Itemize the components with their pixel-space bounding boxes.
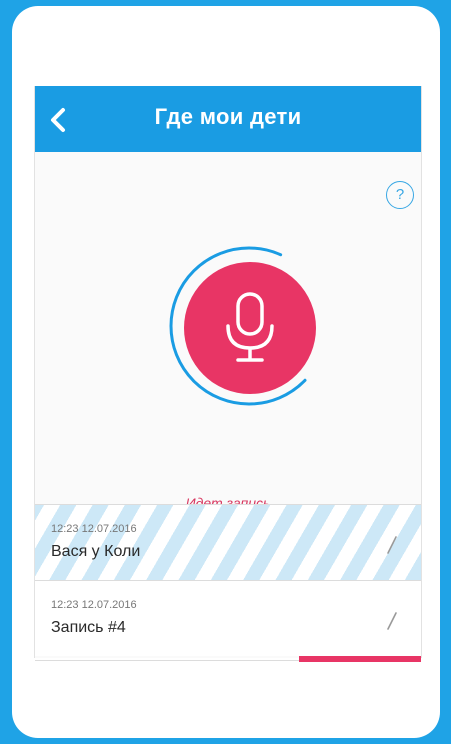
chevron-left-icon xyxy=(51,108,65,132)
record-area: Идет запись xyxy=(35,152,421,511)
recording-item[interactable]: 12:23 12.07.2016 Запись #4 xyxy=(35,580,421,656)
accent-bar xyxy=(299,656,421,662)
app-header: Где мои дети xyxy=(35,86,421,152)
page-title: Где мои дети xyxy=(154,104,302,129)
pencil-icon[interactable] xyxy=(385,611,399,631)
recording-name: Вася у Коли xyxy=(51,543,141,560)
app-screen: Где мои дети ? Идет запись 12:23 12.07.2… xyxy=(34,86,422,662)
pencil-icon[interactable] xyxy=(385,535,399,555)
recording-name: Запись #4 xyxy=(51,619,126,636)
record-button[interactable] xyxy=(184,262,316,394)
recording-time: 12:23 12.07.2016 xyxy=(51,523,137,535)
microphone-icon xyxy=(226,292,274,362)
back-button[interactable] xyxy=(41,102,77,138)
recording-time: 12:23 12.07.2016 xyxy=(51,599,137,611)
phone-frame: Где мои дети ? Идет запись 12:23 12.07.2… xyxy=(12,6,440,738)
recording-item[interactable]: 12:23 12.07.2016 Вася у Коли xyxy=(35,504,421,580)
recordings-list: 12:23 12.07.2016 Вася у Коли 12:23 12.07… xyxy=(35,504,421,656)
